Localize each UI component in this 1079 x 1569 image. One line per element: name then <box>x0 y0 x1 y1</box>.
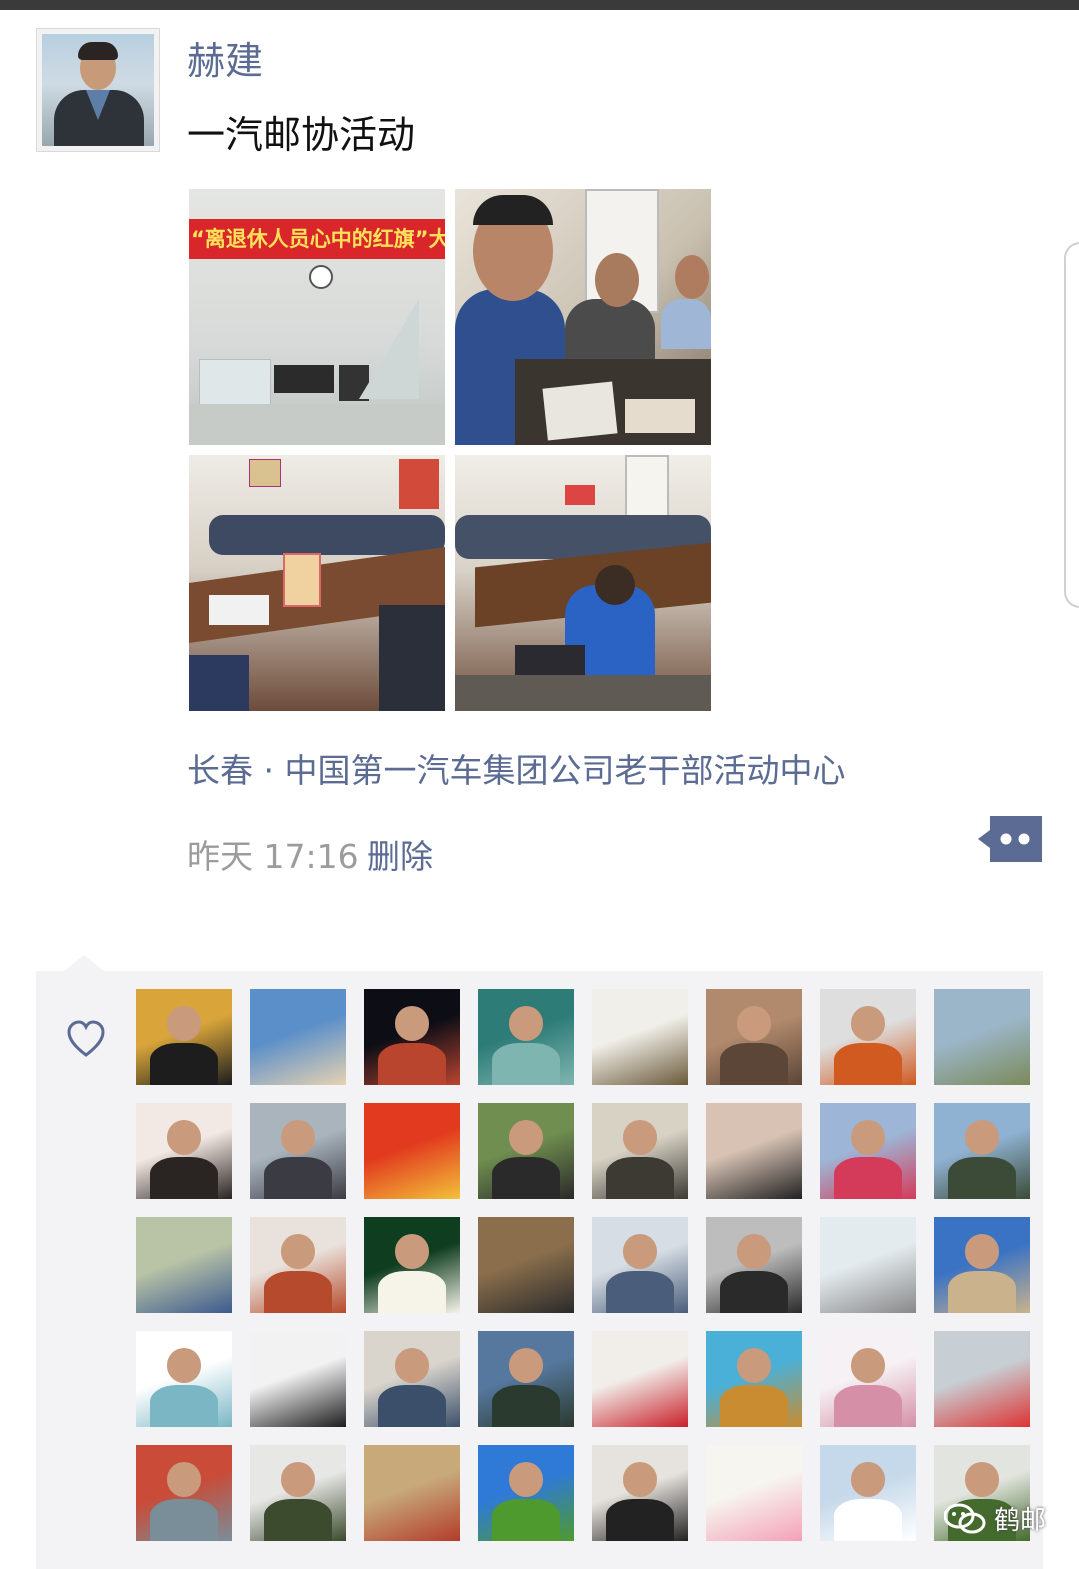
side-scroll-handle[interactable] <box>1064 242 1079 608</box>
delete-button[interactable]: 删除 <box>367 830 433 878</box>
liker-avatar[interactable] <box>706 989 802 1085</box>
liker-avatar[interactable] <box>136 1103 232 1199</box>
liker-avatar[interactable] <box>820 1217 916 1313</box>
liker-avatar[interactable] <box>136 1217 232 1313</box>
liker-avatar[interactable] <box>250 1103 346 1199</box>
location-link[interactable]: 长春 · 中国第一汽车集团公司老干部活动中心 <box>187 744 845 792</box>
post-time: 昨天 17:16 <box>187 837 359 876</box>
liker-avatar[interactable] <box>706 1331 802 1427</box>
liker-avatar[interactable] <box>592 1331 688 1427</box>
wechat-icon <box>944 1503 986 1533</box>
heart-icon <box>67 1020 105 1057</box>
post-photo-1[interactable]: “离退休人员心中的红旗”大 <box>189 189 445 445</box>
watermark-text: 鹤邮 <box>994 1506 1047 1536</box>
liker-avatar[interactable] <box>364 1217 460 1313</box>
liker-avatar[interactable] <box>706 1103 802 1199</box>
liker-avatar[interactable] <box>592 1217 688 1313</box>
liker-avatar[interactable] <box>592 1445 688 1541</box>
liker-avatar[interactable] <box>820 1331 916 1427</box>
liker-avatar[interactable] <box>706 1445 802 1541</box>
status-bar <box>0 0 1079 10</box>
liker-avatar[interactable] <box>934 1217 1030 1313</box>
post-photo-4[interactable] <box>455 455 711 711</box>
liker-avatar[interactable] <box>592 1103 688 1199</box>
liker-avatar[interactable] <box>478 1103 574 1199</box>
liker-avatar[interactable] <box>820 1103 916 1199</box>
liker-avatar[interactable] <box>478 1217 574 1313</box>
author-name[interactable]: 赫建 <box>187 30 263 85</box>
comment-more-icon[interactable] <box>978 816 1042 862</box>
photo-banner: “离退休人员心中的红旗”大 <box>189 219 445 259</box>
liker-avatar[interactable] <box>364 1445 460 1541</box>
liker-avatar[interactable] <box>478 1445 574 1541</box>
liker-avatar[interactable] <box>706 1217 802 1313</box>
post-photo-2[interactable] <box>455 189 711 445</box>
liker-avatar[interactable] <box>250 989 346 1085</box>
watermark: 鹤邮 <box>944 1500 1046 1537</box>
liker-avatar[interactable] <box>820 989 916 1085</box>
liker-avatar[interactable] <box>934 1331 1030 1427</box>
liker-avatar[interactable] <box>364 989 460 1085</box>
liker-avatar[interactable] <box>250 1331 346 1427</box>
liker-avatar[interactable] <box>934 1103 1030 1199</box>
liker-avatar[interactable] <box>250 1445 346 1541</box>
liker-avatar[interactable] <box>136 1331 232 1427</box>
author-avatar[interactable] <box>36 28 160 152</box>
liker-avatar[interactable] <box>478 989 574 1085</box>
liker-avatar[interactable] <box>820 1445 916 1541</box>
liker-avatar[interactable] <box>592 989 688 1085</box>
liker-avatar[interactable] <box>934 989 1030 1085</box>
avatar-photo <box>42 34 154 146</box>
liker-avatar[interactable] <box>364 1103 460 1199</box>
liker-avatar[interactable] <box>250 1217 346 1313</box>
post-photo-3[interactable] <box>189 455 445 711</box>
liker-avatar[interactable] <box>364 1331 460 1427</box>
liker-avatar[interactable] <box>136 989 232 1085</box>
post-text: 一汽邮协活动 <box>187 113 416 157</box>
liker-avatar[interactable] <box>478 1331 574 1427</box>
like-box-pointer <box>64 955 104 971</box>
liker-avatar[interactable] <box>136 1445 232 1541</box>
